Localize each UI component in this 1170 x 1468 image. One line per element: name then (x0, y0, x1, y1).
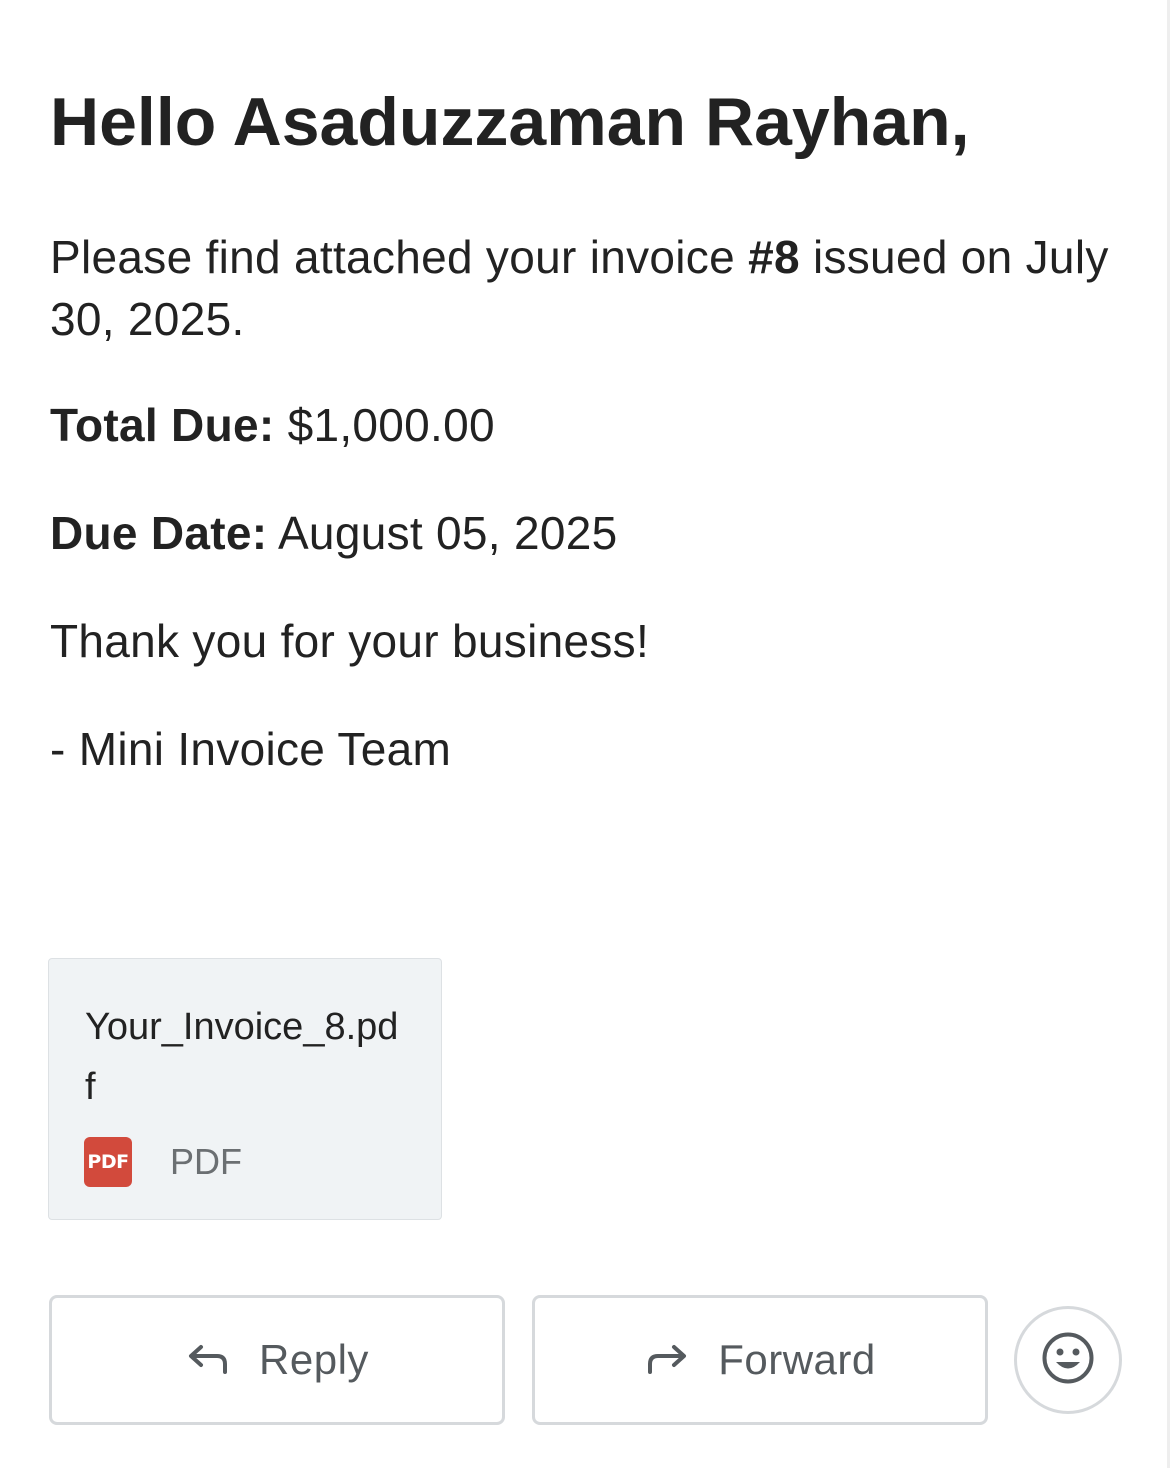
greeting-heading: Hello Asaduzzaman Rayhan, (50, 84, 970, 160)
due-date-line: Due Date: August 05, 2025 (50, 502, 618, 564)
reply-button[interactable]: Reply (49, 1295, 505, 1425)
forward-button[interactable]: Forward (532, 1295, 988, 1425)
attachment-file-name: Your_Invoice_8.pdf (85, 1006, 399, 1108)
signature-text: - Mini Invoice Team (50, 723, 452, 775)
invoice-number: #8 (748, 231, 800, 283)
total-due-value: $1,000.00 (287, 399, 495, 451)
total-due-label: Total Due: (50, 399, 275, 451)
forward-arrow-icon (644, 1340, 690, 1380)
forward-label: Forward (718, 1336, 876, 1383)
reply-label: Reply (259, 1336, 369, 1383)
attachment-file-type: PDF (170, 1141, 242, 1182)
thanks-text: Thank you for your business! (50, 615, 650, 667)
pdf-file-icon: PDF (84, 1137, 132, 1187)
intro-text: Please find attached your invoice #8 iss… (50, 226, 1130, 350)
due-date-value: August 05, 2025 (277, 507, 618, 559)
intro-prefix: Please find attached your invoice (50, 231, 749, 283)
emoji-reaction-button[interactable] (1014, 1306, 1122, 1414)
due-date-label: Due Date: (50, 507, 268, 559)
attachment-card[interactable]: Your_Invoice_8.pdf PDF PDF (48, 958, 442, 1220)
smiley-face-icon (1041, 1331, 1095, 1390)
total-due-line: Total Due: $1,000.00 (50, 394, 495, 456)
reply-arrow-icon (185, 1340, 231, 1380)
